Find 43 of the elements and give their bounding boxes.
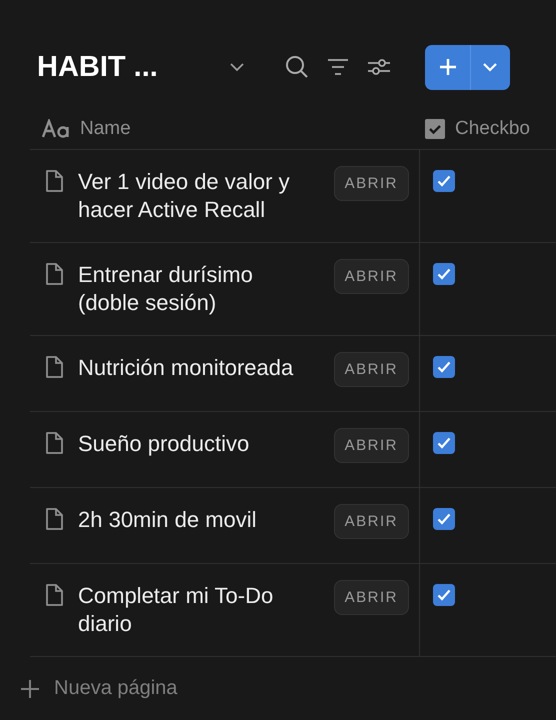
row-title[interactable]: Ver 1 video de valor y hacer Active Recall	[78, 168, 318, 224]
search-icon[interactable]	[285, 55, 309, 79]
document-icon	[45, 584, 63, 606]
column-header: Checkbo	[455, 118, 530, 140]
open-button[interactable]: ABRIR	[334, 166, 409, 201]
document-icon	[45, 508, 63, 530]
filter-icon[interactable]	[327, 58, 349, 76]
check-icon	[437, 175, 451, 187]
page-title: HABIT ...	[37, 50, 159, 84]
document-icon	[45, 356, 63, 378]
row-title[interactable]: 2h 30min de movil	[78, 506, 318, 534]
check-icon	[437, 361, 451, 373]
plus-icon	[20, 678, 40, 698]
caret-icon	[482, 62, 498, 72]
caret-icon[interactable]	[229, 62, 245, 72]
checkbox-type-icon	[425, 118, 445, 138]
row-title[interactable]: Sueño productivo	[78, 430, 318, 458]
new-page-button[interactable]: Nueva página	[0, 657, 178, 700]
column-header: Name	[80, 118, 131, 140]
checkbox[interactable]	[433, 170, 455, 192]
check-icon	[437, 513, 451, 525]
open-button[interactable]: ABRIR	[334, 259, 409, 294]
document-icon	[45, 432, 63, 454]
checkbox[interactable]	[433, 584, 455, 606]
document-icon	[45, 263, 63, 285]
sliders-icon[interactable]	[367, 57, 391, 77]
checkbox[interactable]	[433, 263, 455, 285]
checkbox[interactable]	[433, 508, 455, 530]
open-button[interactable]: ABRIR	[334, 580, 409, 615]
row-title[interactable]: Entrenar durísimo (doble sesión)	[78, 261, 318, 317]
check-icon	[437, 268, 451, 280]
plus-icon	[438, 58, 456, 76]
checkbox[interactable]	[433, 356, 455, 378]
check-icon	[437, 437, 451, 449]
text-type-icon	[42, 118, 70, 138]
open-button[interactable]: ABRIR	[334, 428, 409, 463]
document-icon	[45, 170, 63, 192]
check-icon	[437, 589, 451, 601]
open-button[interactable]: ABRIR	[334, 352, 409, 387]
checkbox[interactable]	[433, 432, 455, 454]
open-button[interactable]: ABRIR	[334, 504, 409, 539]
row-title[interactable]: Completar mi To-Do diario	[78, 582, 318, 638]
row-title[interactable]: Nutrición monitoreada	[78, 354, 318, 382]
